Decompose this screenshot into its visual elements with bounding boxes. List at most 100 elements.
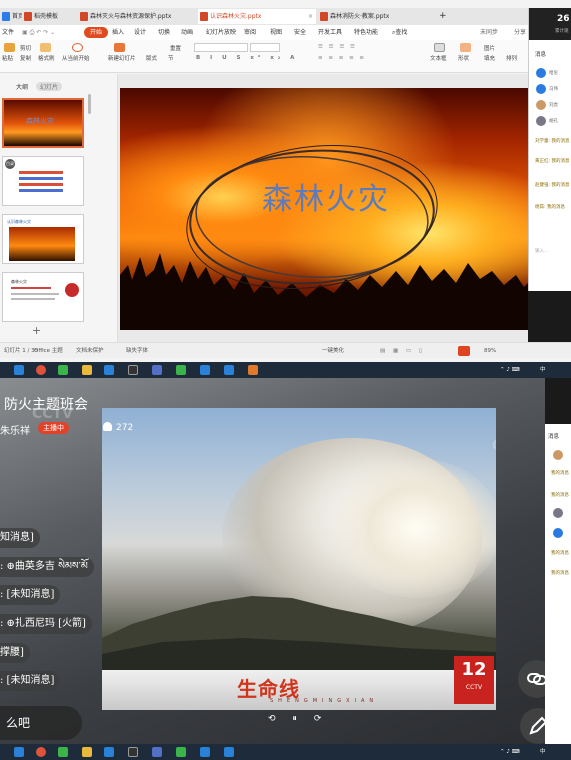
ie-icon[interactable] (14, 365, 24, 375)
save-icon[interactable]: ▣ ⎙ ↶ ↷ ⌄ (22, 25, 55, 40)
avatar[interactable] (553, 528, 563, 538)
ime-indicator[interactable]: 中 (540, 362, 546, 378)
video-icon[interactable] (128, 365, 138, 375)
folder-icon[interactable] (82, 365, 92, 375)
beautify-button[interactable]: 一键美化 (322, 343, 344, 359)
missing-font-status[interactable]: 缺失字体 (126, 343, 148, 359)
avatar[interactable] (553, 508, 563, 518)
text-format-buttons[interactable]: B I U S x² x₂ A (196, 55, 298, 61)
copy-button[interactable]: 复制 (20, 54, 31, 62)
section-button[interactable]: 节 (168, 54, 174, 62)
browser-icon[interactable] (36, 747, 46, 757)
tray-icons[interactable]: ⌃ ♪ ⌨ (500, 744, 520, 760)
folder-icon[interactable] (82, 747, 92, 757)
tab-template[interactable]: 稻壳模板 (22, 9, 77, 24)
app-icon[interactable] (248, 365, 258, 375)
new-tab-button[interactable]: + (436, 9, 450, 24)
play-from-current-button[interactable]: 从当前开始 (62, 54, 90, 62)
chat-input[interactable]: 输入… (535, 248, 549, 254)
tab-outline[interactable]: 大纲 (16, 82, 28, 91)
pause-icon[interactable]: ⏸ (292, 714, 297, 724)
avatar[interactable] (536, 84, 546, 94)
menu-view[interactable]: 视图 (270, 25, 282, 40)
cut-button[interactable]: 剪切 (20, 44, 31, 52)
app-icon[interactable] (104, 365, 114, 375)
align-buttons[interactable]: ≡ ≡ ≡ ≡ ≡ (318, 55, 366, 61)
slide-thumbnail-4[interactable]: 森林火灾 (2, 272, 84, 322)
format-painter-button[interactable]: 格式刷 (38, 54, 55, 62)
slide-title[interactable]: 森林火灾 (120, 174, 532, 218)
app-icon[interactable] (200, 365, 210, 375)
rewind-icon[interactable]: ⟲ (268, 714, 276, 724)
browser-icon[interactable] (36, 365, 46, 375)
play-icon[interactable] (72, 43, 83, 52)
layout-button[interactable]: 版式 (146, 54, 157, 62)
tab-home[interactable]: 首页 (0, 9, 22, 24)
view-mode-buttons[interactable]: ▤ ▦ ▭ ▯ (380, 343, 425, 359)
menu-home[interactable]: 开始 (84, 27, 109, 38)
chat-input[interactable]: 么吧 (0, 706, 82, 740)
app-icon[interactable] (224, 747, 234, 757)
fill-button[interactable]: 填充 (484, 54, 495, 62)
menu-design[interactable]: 设计 (134, 25, 146, 40)
menu-insert[interactable]: 插入 (112, 25, 124, 40)
menu-devtools[interactable]: 开发工具 (318, 25, 342, 40)
textbox-button[interactable]: 文本框 (430, 54, 447, 62)
avatar[interactable] (536, 100, 546, 110)
menu-search[interactable]: ⌕查找 (392, 25, 407, 40)
format-painter-icon[interactable] (40, 43, 51, 52)
protection-status[interactable]: 文档未保护 (76, 343, 104, 359)
slide-thumbnail-2[interactable]: 目录 (2, 156, 84, 206)
tab-doc-1[interactable]: 森林灭火与森林资源保护.pptx (78, 9, 198, 24)
menu-security[interactable]: 安全 (294, 25, 306, 40)
media-icon[interactable] (58, 365, 68, 375)
tab-doc-3[interactable]: 森林消防火·教案.pptx (318, 9, 433, 24)
menu-review[interactable]: 审阅 (244, 25, 256, 40)
thumbnail-scrollbar[interactable] (88, 94, 91, 114)
reset-button[interactable]: 重置 (170, 44, 181, 52)
avatar[interactable] (536, 68, 546, 78)
add-slide-button[interactable]: + (32, 324, 41, 337)
paste-button[interactable]: 粘贴 (2, 54, 13, 62)
menu-animation[interactable]: 动画 (181, 25, 193, 40)
zoom-level[interactable]: 89% (484, 343, 496, 359)
wechat-icon[interactable] (176, 365, 186, 375)
slide-thumbnail-1[interactable]: 森林火灾 (2, 98, 84, 148)
app-icon[interactable] (224, 365, 234, 375)
slide-1-editing[interactable]: 森林火灾 (120, 88, 532, 330)
app-icon[interactable] (200, 747, 210, 757)
font-name-select[interactable] (194, 43, 248, 52)
app-icon[interactable] (152, 747, 162, 757)
menu-transition[interactable]: 切换 (158, 25, 170, 40)
share-button[interactable]: 分享 (514, 25, 526, 40)
avatar[interactable] (536, 116, 546, 126)
paste-icon[interactable] (4, 43, 15, 52)
shape-button[interactable]: 形状 (458, 54, 469, 62)
new-slide-icon[interactable] (114, 43, 125, 52)
picture-button[interactable]: 图片 (484, 44, 495, 52)
avatar[interactable] (553, 450, 563, 460)
ie-icon[interactable] (14, 747, 24, 757)
app-icon[interactable] (152, 365, 162, 375)
tab-slides[interactable]: 幻灯片 (36, 82, 63, 91)
sync-status[interactable]: 未同步 (480, 25, 498, 40)
video-player[interactable]: CCTV 生命线 SHENGMINGXIAN 12 CCTV (102, 408, 496, 710)
close-icon[interactable]: × (308, 9, 313, 24)
menu-file[interactable]: 文件 (2, 25, 14, 40)
forward-icon[interactable]: ⟳ (314, 714, 322, 724)
new-slide-button[interactable]: 新建幻灯片 (108, 54, 136, 62)
textbox-icon[interactable] (434, 43, 445, 52)
font-size-select[interactable] (250, 43, 280, 52)
arrange-button[interactable]: 排列 (506, 54, 517, 62)
tab-doc-active[interactable]: 认识森林火灾.pptx × (198, 9, 316, 24)
tray-icons[interactable]: ⌃ ♪ ⌨ (500, 362, 520, 378)
menu-features[interactable]: 特色功能 (354, 25, 378, 40)
slide-thumbnail-3[interactable]: 认识森林火灾 (2, 214, 84, 264)
menu-slideshow[interactable]: 幻灯片放映 (206, 25, 236, 40)
media-icon[interactable] (58, 747, 68, 757)
video-icon[interactable] (128, 747, 138, 757)
play-icon[interactable] (458, 346, 470, 356)
wechat-icon[interactable] (176, 747, 186, 757)
paragraph-buttons[interactable]: ☰ ☰ ☰ ☰ (318, 44, 357, 50)
ime-indicator[interactable]: 中 (540, 744, 546, 760)
